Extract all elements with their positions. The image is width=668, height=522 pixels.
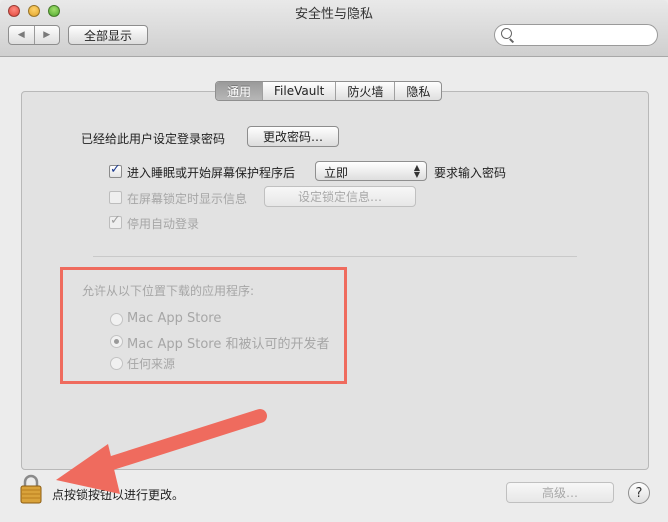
set-lock-message-button[interactable]: 设定锁定信息… (264, 186, 416, 207)
search-input[interactable] (494, 24, 658, 46)
back-forward-control: ◀ ▶ (8, 25, 60, 45)
show-message-checkbox[interactable] (109, 191, 122, 204)
highlight-box (60, 267, 347, 384)
tab-bar: 通用 FileVault 防火墙 隐私 (215, 81, 443, 101)
advanced-button[interactable]: 高级… (506, 482, 614, 503)
require-password-label: 进入睡眠或开始屏幕保护程序后 (127, 166, 296, 180)
show-all-button[interactable]: 全部显示 (68, 25, 148, 45)
help-button[interactable]: ? (628, 482, 650, 504)
require-password-checkbox[interactable] (109, 162, 122, 178)
tab-firewall[interactable]: 防火墙 (335, 82, 394, 100)
change-password-button[interactable]: 更改密码… (247, 126, 339, 147)
security-privacy-window: 安全性与隐私 ◀ ▶ 全部显示 通用 FileVault 防火墙 隐私 已经给此… (0, 0, 668, 522)
require-delay-value: 立即 (324, 166, 349, 180)
disable-autologin-label: 停用自动登录 (127, 217, 200, 231)
require-password-suffix: 要求输入密码 (434, 166, 507, 180)
section-divider (93, 256, 577, 257)
title-toolbar: 安全性与隐私 ◀ ▶ 全部显示 (0, 0, 668, 57)
popup-arrows-icon: ▲ ▼ (413, 163, 420, 179)
back-icon[interactable]: ◀ (9, 26, 34, 44)
disable-autologin-checkbox[interactable] (109, 213, 122, 229)
search-icon (501, 28, 512, 39)
require-delay-select[interactable]: 立即 ▲ ▼ (315, 161, 427, 181)
forward-icon[interactable]: ▶ (33, 26, 60, 44)
tab-privacy[interactable]: 隐私 (394, 82, 441, 100)
tab-filevault[interactable]: FileVault (262, 82, 335, 100)
show-message-label: 在屏幕锁定时显示信息 (127, 192, 248, 206)
password-set-label: 已经给此用户设定登录密码 (81, 132, 226, 146)
lock-icon[interactable] (20, 474, 42, 504)
annotation-arrow-icon (56, 409, 267, 494)
window-title: 安全性与隐私 (294, 7, 373, 22)
tab-general[interactable]: 通用 (216, 82, 263, 100)
